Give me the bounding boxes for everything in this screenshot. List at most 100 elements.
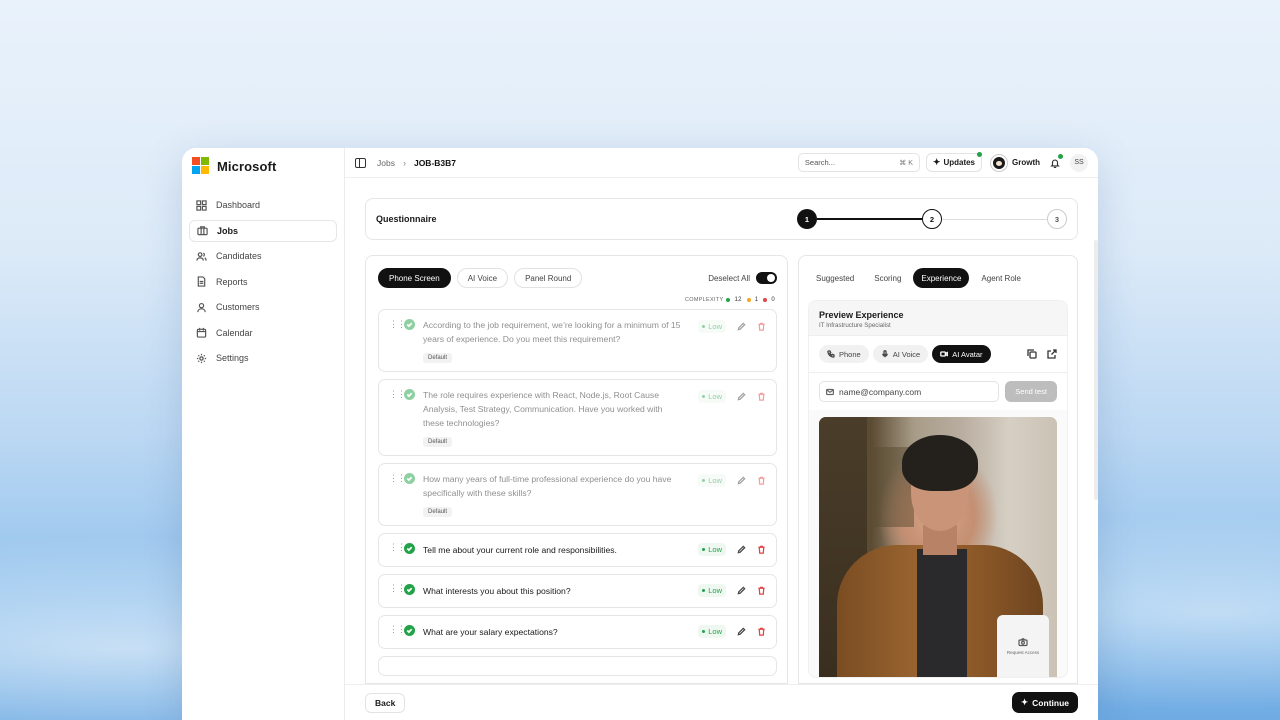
breadcrumb-current: JOB-B3B7 [413, 157, 457, 168]
trash-icon[interactable] [756, 392, 766, 402]
trash-icon[interactable] [756, 476, 766, 486]
mail-icon [826, 388, 834, 395]
drag-handle-icon[interactable]: ⋮⋮ [389, 390, 406, 448]
edit-icon[interactable] [736, 476, 746, 486]
check-icon[interactable] [404, 543, 415, 554]
question-card[interactable]: ⋮⋮ What are your salary expectations? Lo… [378, 615, 777, 649]
scrollbar[interactable] [1094, 240, 1098, 500]
updates-button[interactable]: ✦ Updates [925, 152, 982, 172]
question-card[interactable]: ⋮⋮ What interests you about this positio… [378, 574, 777, 608]
workspace-switcher[interactable]: Growth [990, 153, 1040, 172]
check-icon[interactable] [404, 473, 415, 484]
dashboard-icon [195, 199, 207, 211]
drag-handle-icon[interactable]: ⋮⋮ [389, 625, 406, 639]
sidebar-item-customers[interactable]: Customers [189, 296, 337, 318]
step-1[interactable]: 1 [797, 209, 817, 229]
edit-icon[interactable] [736, 545, 746, 555]
complexity-badge: Low [697, 474, 726, 487]
tab-panel-round[interactable]: Panel Round [514, 268, 583, 288]
breadcrumb-separator-icon: › [402, 157, 406, 168]
app-window: Microsoft Dashboard Jobs Candidates Repo… [182, 148, 1098, 720]
sidebar-item-reports[interactable]: Reports [189, 271, 337, 293]
drag-handle-icon[interactable]: ⋮⋮ [389, 474, 406, 518]
question-card[interactable]: ⋮⋮ According to the job requirement, we’… [378, 309, 777, 372]
notifications-button[interactable] [1046, 153, 1064, 172]
tab-experience[interactable]: Experience [913, 268, 970, 288]
tab-scoring[interactable]: Scoring [866, 268, 909, 288]
question-card[interactable]: ⋮⋮ The role requires experience with Rea… [378, 379, 777, 456]
calendar-icon [195, 327, 207, 339]
question-card[interactable] [378, 656, 777, 676]
sidebar-item-label: Jobs [217, 225, 239, 236]
search-placeholder: Search... [804, 158, 835, 167]
preview-header: Preview Experience IT Infrastructure Spe… [809, 301, 1067, 335]
questions-panel: Phone Screen AI Voice Panel Round Desele… [365, 255, 788, 684]
back-button[interactable]: Back [365, 692, 406, 713]
mode-phone[interactable]: Phone [819, 345, 869, 363]
preview-title: Preview Experience [819, 310, 904, 320]
tab-phone-screen[interactable]: Phone Screen [378, 268, 451, 288]
tab-agent-role[interactable]: Agent Role [973, 268, 1029, 288]
step-connector [817, 218, 922, 220]
page-title: Questionnaire [376, 214, 437, 224]
mode-ai-avatar[interactable]: AI Avatar [932, 345, 991, 363]
edit-icon[interactable] [736, 392, 746, 402]
microsoft-logo-icon [192, 157, 210, 175]
camera-preview-tile[interactable]: Request Access [997, 615, 1049, 677]
question-tag: Default [423, 353, 453, 363]
sidebar-toggle-icon[interactable] [355, 157, 366, 168]
deselect-all-toggle[interactable] [756, 272, 777, 284]
check-icon[interactable] [404, 625, 415, 636]
sidebar-item-label: Calendar [216, 327, 253, 338]
user-avatar[interactable]: SS [1070, 153, 1088, 172]
preview-actions [1027, 349, 1057, 359]
edit-icon[interactable] [736, 627, 746, 637]
stepper-card: Questionnaire 1 2 3 [365, 198, 1078, 240]
tab-suggested[interactable]: Suggested [808, 268, 862, 288]
question-card[interactable]: ⋮⋮ Tell me about your current role and r… [378, 533, 777, 567]
sidebar-item-label: Reports [216, 276, 248, 287]
complexity-high-dot [763, 298, 768, 302]
complexity-badge: Low [697, 543, 726, 556]
topbar-actions: Search... ⌘ K ✦ Updates Growth SS [797, 152, 1088, 172]
question-card[interactable]: ⋮⋮ How many years of full-time professio… [378, 463, 777, 526]
sidebar-item-candidates[interactable]: Candidates [189, 245, 337, 267]
complexity-badge: Low [697, 584, 726, 597]
sidebar-item-jobs[interactable]: Jobs [189, 219, 337, 242]
step-2[interactable]: 2 [922, 209, 942, 229]
trash-icon[interactable] [756, 545, 766, 555]
copy-icon[interactable] [1027, 349, 1037, 359]
check-icon[interactable] [404, 584, 415, 595]
deselect-all-label: Deselect All [708, 273, 750, 283]
mode-ai-voice[interactable]: AI Voice [872, 345, 929, 363]
sidebar-item-calendar[interactable]: Calendar [189, 322, 337, 344]
search-shortcut: ⌘ K [899, 159, 913, 167]
continue-button[interactable]: ✦ Continue [1012, 692, 1078, 713]
sidebar-item-dashboard[interactable]: Dashboard [189, 194, 337, 216]
email-placeholder: name@company.com [839, 386, 922, 397]
drag-handle-icon[interactable]: ⋮⋮ [389, 543, 406, 557]
external-link-icon[interactable] [1047, 349, 1057, 359]
trash-icon[interactable] [756, 586, 766, 596]
search-input[interactable]: Search... ⌘ K [797, 153, 920, 172]
step-3[interactable]: 3 [1047, 209, 1067, 229]
drag-handle-icon[interactable]: ⋮⋮ [389, 584, 406, 598]
trash-icon[interactable] [756, 322, 766, 332]
trash-icon[interactable] [756, 627, 766, 637]
drag-handle-icon[interactable]: ⋮⋮ [389, 320, 406, 364]
edit-icon[interactable] [736, 586, 746, 596]
question-list: ⋮⋮ According to the job requirement, we’… [378, 309, 777, 676]
question-text: What interests you about this position? [423, 586, 571, 596]
mode-selector: Phone AI Voice AI Avatar [809, 335, 1067, 373]
check-icon[interactable] [404, 319, 415, 330]
email-field[interactable]: name@company.com [819, 381, 1000, 402]
report-icon [195, 276, 207, 288]
breadcrumb-jobs[interactable]: Jobs [377, 158, 395, 168]
edit-icon[interactable] [736, 322, 746, 332]
tab-ai-voice[interactable]: AI Voice [456, 268, 509, 288]
send-test-button[interactable]: Send test [1005, 381, 1057, 402]
sidebar-item-settings[interactable]: Settings [189, 347, 337, 369]
step-connector [942, 218, 1047, 220]
check-icon[interactable] [404, 389, 415, 400]
brand-name: Microsoft [217, 158, 277, 174]
